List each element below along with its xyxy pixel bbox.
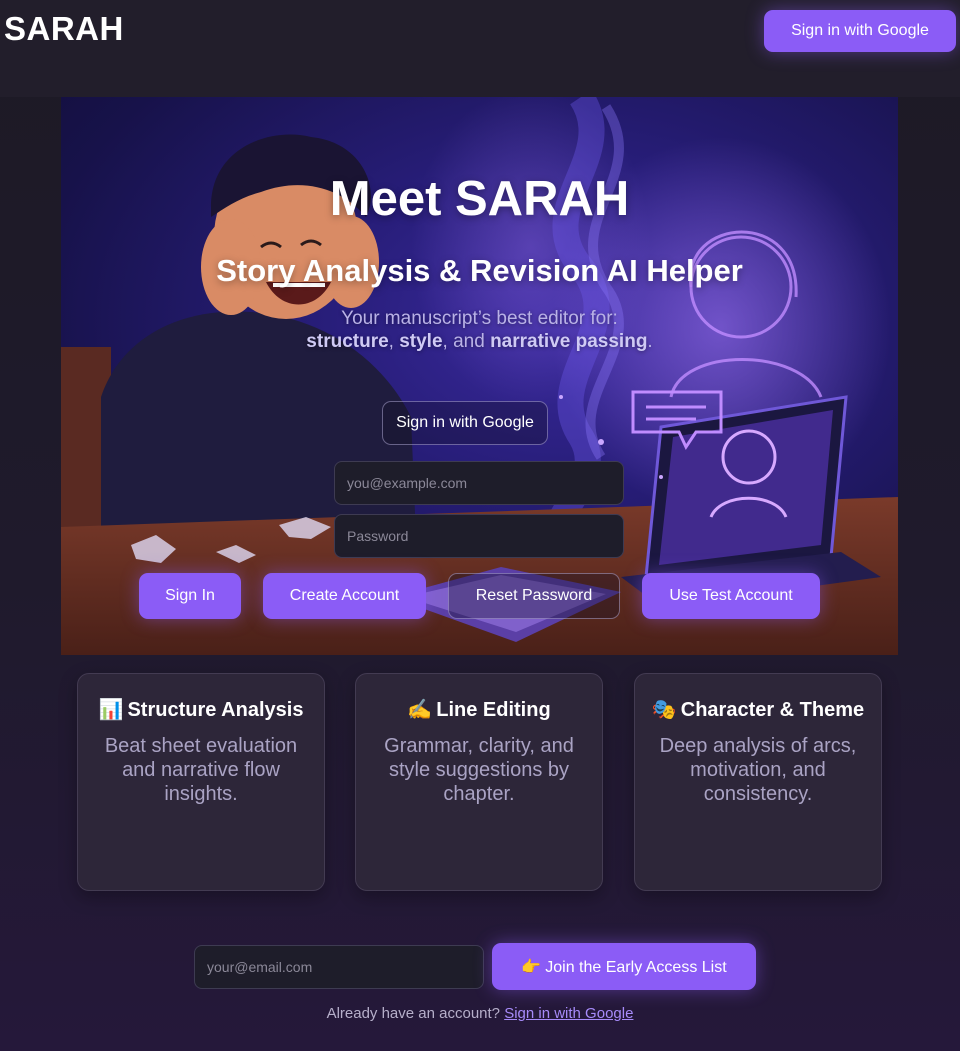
email-input[interactable] <box>334 461 624 505</box>
tagline-structure: structure <box>306 331 389 352</box>
feature-title-text: Character & Theme <box>680 699 865 721</box>
already-account-text: Already have an account? Sign in with Go… <box>0 1005 960 1022</box>
feature-description: Beat sheet evaluation and narrative flow… <box>104 735 298 805</box>
tagline-and: , and <box>442 331 485 352</box>
tagline-period: . <box>647 331 653 352</box>
feature-card-character-theme: 🎭 Character & Theme Deep analysis of arcs… <box>634 673 882 891</box>
pointing-hand-icon: 👉 <box>521 958 542 976</box>
header-google-signin-button[interactable]: Sign in with Google <box>764 10 956 52</box>
sign-in-button[interactable]: Sign In <box>139 573 241 619</box>
reset-password-button[interactable]: Reset Password <box>448 573 620 619</box>
feature-card-line-editing: ✍️ Line Editing Grammar, clarity, and sty… <box>355 673 603 891</box>
feature-title: 🎭 Character & Theme <box>649 698 867 722</box>
feature-card-structure: 📊 Structure Analysis Beat sheet evaluatio… <box>77 673 325 891</box>
tagline-style: style <box>399 331 443 352</box>
hero-section: Meet SARAH Story Analysis & Revision AI … <box>61 97 898 655</box>
early-access-email-input[interactable] <box>194 945 484 989</box>
tagline-line-2: structure, style, and narrative passing. <box>61 330 898 353</box>
hero-title: Meet SARAH <box>329 172 630 226</box>
writing-hand-icon: ✍️ <box>407 699 433 721</box>
tagline-line-1: Your manuscript’s best editor for: <box>341 308 618 329</box>
tagline-comma: , <box>388 331 394 352</box>
hero-subtitle: Story Analysis & Revision AI Helper <box>216 253 743 288</box>
hero-google-signin-button[interactable]: Sign in with Google <box>382 401 548 445</box>
join-early-access-label: Join the Early Access List <box>545 958 727 976</box>
brand-logo: SARAH <box>4 10 124 47</box>
theater-masks-icon: 🎭 <box>651 699 677 721</box>
tagline-narrative: narrative passing <box>490 331 648 352</box>
top-header: SARAH Sign in with Google <box>0 0 960 97</box>
feature-title: ✍️ Line Editing <box>370 698 588 722</box>
footer-google-signin-link[interactable]: Sign in with Google <box>504 1005 633 1022</box>
use-test-account-button[interactable]: Use Test Account <box>642 573 820 619</box>
feature-title-text: Structure Analysis <box>127 699 304 721</box>
password-input[interactable] <box>334 514 624 558</box>
already-account-label: Already have an account? <box>326 1005 501 1022</box>
feature-description: Grammar, clarity, and style suggestions … <box>384 735 574 805</box>
hero-tagline: Your manuscript’s best editor for: struc… <box>61 307 898 353</box>
feature-title: 📊 Structure Analysis <box>92 698 310 722</box>
join-early-access-button[interactable]: 👉 Join the Early Access List <box>492 943 756 990</box>
create-account-button[interactable]: Create Account <box>263 573 426 619</box>
bar-chart-icon: 📊 <box>98 699 124 721</box>
feature-title-text: Line Editing <box>436 699 551 721</box>
feature-description: Deep analysis of arcs, motivation, and c… <box>659 735 857 805</box>
